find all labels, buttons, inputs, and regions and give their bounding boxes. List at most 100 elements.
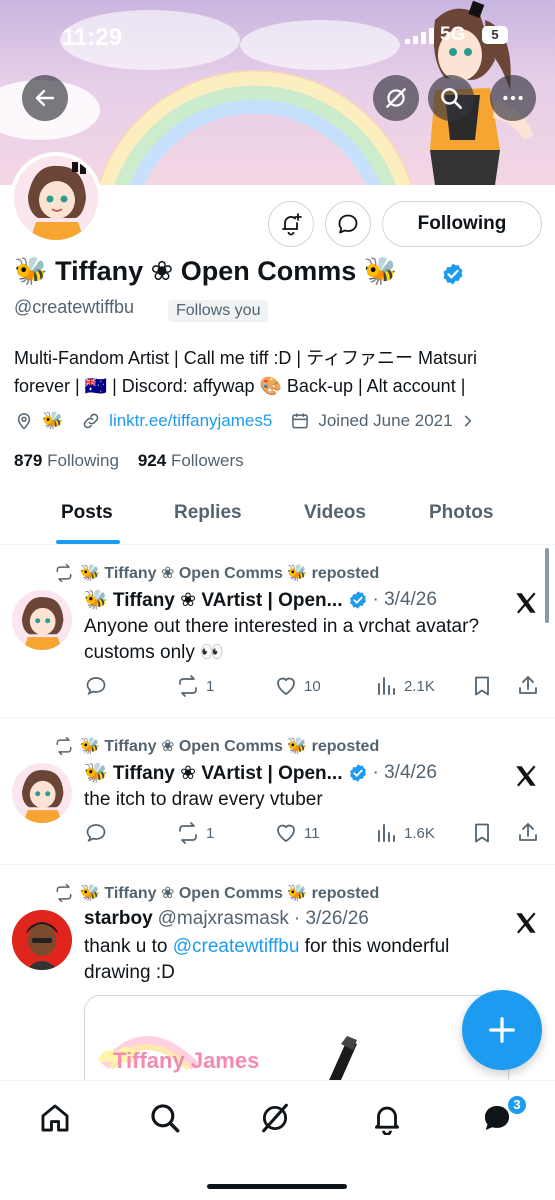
like-button[interactable]: 11 — [274, 821, 320, 845]
post-text: the itch to draw every vtuber — [84, 789, 323, 810]
post-author-avatar[interactable] — [12, 763, 72, 823]
chevron-right-icon[interactable] — [461, 414, 475, 428]
repost-icon — [179, 822, 197, 844]
bio-line: Multi-Fandom Artist | Call me tiff :D | … — [14, 348, 478, 368]
back-button[interactable] — [22, 75, 68, 121]
profile-joined-date: Joined June 2021 — [318, 411, 453, 430]
post-header: starboy @majxrasmask · 3/26/26 — [84, 908, 369, 930]
grok-icon[interactable] — [258, 1101, 292, 1135]
bookmark-icon[interactable] — [470, 674, 494, 698]
profile-avatar[interactable] — [10, 152, 102, 244]
message-bubble-icon — [338, 214, 358, 234]
network-label: 5G — [440, 24, 466, 45]
profile-display-name: 🐝 Tiffany ❀ Open Comms 🐝 — [14, 256, 398, 286]
post-text: thank u to @createwtiffbu for this wonde… — [84, 936, 450, 983]
post-date: · 3/4/26 — [372, 762, 437, 783]
follow-counts: 879 Following 924 Followers — [14, 451, 244, 471]
verified-badge-icon[interactable] — [441, 262, 465, 286]
follows-you-badge: Follows you — [168, 300, 269, 322]
avatar-illustration — [12, 910, 72, 970]
post-actions: 1 11 1.6K — [84, 821, 544, 847]
bio-line: forever | 🇦🇺 | Discord: affywap 🎨 Back-u… — [14, 376, 466, 396]
repost-icon — [56, 736, 72, 756]
views-button[interactable]: 1.6K — [374, 821, 435, 845]
profile-handle: @createwtiffbu — [14, 297, 134, 317]
reply-button[interactable] — [84, 674, 114, 698]
x-logo-icon — [516, 592, 536, 614]
post-date: · 3/26/26 — [293, 908, 369, 929]
notifications-bell-icon[interactable] — [370, 1101, 404, 1135]
post-mention-link[interactable]: @createwtiffbu — [173, 936, 300, 957]
notifications-subscribe-button[interactable] — [268, 201, 314, 247]
views-chart-icon — [378, 824, 395, 842]
post-author-name[interactable]: 🐝 Tiffany ❀ VArtist | Open... — [84, 588, 343, 612]
repost-button[interactable]: 1 — [176, 821, 214, 845]
active-tab-indicator — [56, 540, 120, 544]
repost-button[interactable]: 1 — [176, 674, 214, 698]
battery-icon: 5 — [482, 26, 508, 44]
link-icon — [83, 413, 99, 429]
more-options-button[interactable] — [490, 75, 536, 121]
profile-website-link[interactable]: linktr.ee/tiffanyjames5 — [109, 411, 272, 431]
followers-count-link[interactable]: 924 Followers — [138, 451, 244, 470]
reply-button[interactable] — [84, 821, 114, 845]
tab-replies[interactable]: Replies — [174, 502, 242, 524]
bell-plus-icon — [282, 213, 302, 236]
profile-tabs: Posts Replies Videos Photos — [0, 490, 555, 545]
share-icon[interactable] — [516, 821, 540, 845]
tab-posts[interactable]: Posts — [61, 502, 113, 524]
calendar-icon — [292, 413, 309, 429]
repost-icon — [56, 563, 72, 583]
tab-photos[interactable]: Photos — [429, 502, 493, 524]
post-header: 🐝 Tiffany ❀ VArtist | Open... · 3/4/26 — [84, 588, 437, 612]
avatar-illustration — [12, 590, 72, 650]
verified-badge-icon — [349, 591, 366, 609]
messages-badge: 3 — [506, 1094, 528, 1116]
post-text: Anyone out there interested in a vrchat … — [84, 616, 480, 663]
post-author-avatar[interactable] — [12, 910, 72, 970]
post[interactable]: 🐝 Tiffany ❀ Open Comms 🐝 reposted 🐝 Tiff… — [0, 719, 555, 865]
plus-icon — [489, 1017, 515, 1043]
repost-icon — [56, 883, 72, 903]
views-chart-icon — [378, 677, 395, 695]
back-arrow-icon — [35, 89, 55, 107]
repost-icon — [179, 675, 197, 697]
compose-post-button[interactable] — [462, 990, 542, 1070]
post-date: · 3/4/26 — [372, 589, 437, 610]
profile-banner[interactable]: 11:29 5G 5 — [0, 0, 555, 185]
search-button[interactable] — [428, 75, 474, 121]
heart-icon — [277, 677, 295, 696]
location-pin-icon — [17, 413, 31, 430]
bookmark-icon[interactable] — [470, 821, 494, 845]
following-button[interactable]: Following — [382, 201, 542, 247]
search-icon[interactable] — [148, 1101, 182, 1135]
avatar-illustration — [14, 156, 98, 240]
views-button[interactable]: 2.1K — [374, 674, 435, 698]
tab-videos[interactable]: Videos — [304, 502, 366, 524]
post-actions: 1 10 2.1K — [84, 674, 544, 700]
following-count-link[interactable]: 879 Following — [14, 451, 119, 470]
post-author-avatar[interactable] — [12, 590, 72, 650]
post-author-name[interactable]: starboy — [84, 908, 153, 930]
x-logo-icon — [516, 912, 536, 934]
post-header: 🐝 Tiffany ❀ VArtist | Open... · 3/4/26 — [84, 761, 437, 785]
home-icon[interactable] — [38, 1101, 72, 1135]
post[interactable]: 🐝 Tiffany ❀ Open Comms 🐝 reposted 🐝 Tiff… — [0, 546, 555, 718]
like-button[interactable]: 10 — [274, 674, 321, 698]
reply-icon — [86, 677, 106, 696]
post-author-handle: @majxrasmask — [157, 908, 289, 929]
repost-label: 🐝 Tiffany ❀ Open Comms 🐝 reposted — [54, 736, 379, 756]
grok-button[interactable] — [373, 75, 419, 121]
heart-icon — [277, 824, 295, 843]
verified-badge-icon — [349, 764, 366, 782]
x-logo-icon — [516, 765, 536, 787]
embed-logo-text: Tiffany James — [113, 1048, 259, 1073]
post-author-name[interactable]: 🐝 Tiffany ❀ VArtist | Open... — [84, 761, 343, 785]
repost-label: 🐝 Tiffany ❀ Open Comms 🐝 reposted — [54, 883, 379, 903]
profile-meta: 🐝 linktr.ee/tiffanyjames5 Joined June 20… — [14, 408, 475, 434]
profile-location: 🐝 — [42, 411, 64, 430]
share-icon[interactable] — [516, 674, 540, 698]
reply-icon — [86, 824, 106, 843]
home-indicator — [207, 1184, 347, 1189]
message-button[interactable] — [325, 201, 371, 247]
